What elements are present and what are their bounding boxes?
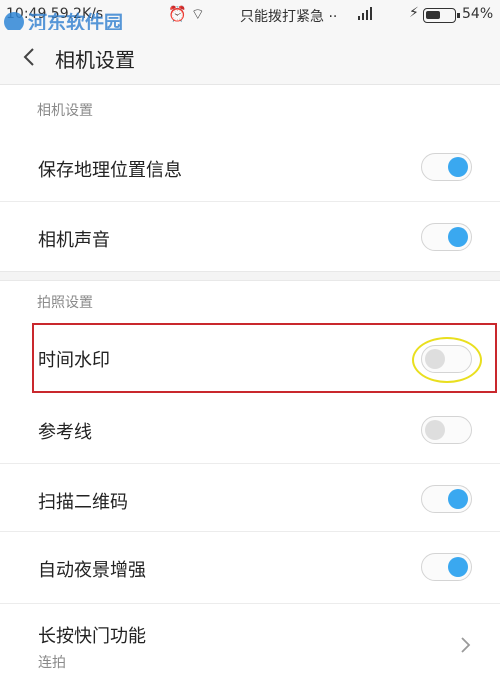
battery-cap [457, 13, 460, 18]
save-location-toggle[interactable] [421, 153, 472, 181]
camera-sound-toggle[interactable] [421, 223, 472, 251]
setting-row-grid-lines[interactable]: 参考线 [0, 407, 500, 469]
setting-label: 相机声音 [38, 230, 110, 251]
toggle-knob [448, 227, 468, 247]
alarm-icon: ⏰ [168, 5, 191, 23]
setting-row-save-location[interactable]: 保存地理位置信息 [0, 145, 500, 207]
setting-sublabel: 连拍 [38, 655, 66, 671]
setting-label: 扫描二维码 [38, 492, 128, 513]
setting-row-night-enhance[interactable]: 自动夜景增强 [0, 545, 500, 607]
status-icons: ⏰⌔ [168, 5, 209, 24]
divider [0, 531, 500, 532]
setting-label: 长按快门功能 [38, 626, 146, 647]
section-label-camera: 相机设置 [37, 103, 93, 119]
back-button[interactable] [14, 42, 44, 72]
battery-icon [423, 8, 460, 23]
charging-icon: ⚡ [409, 5, 419, 21]
setting-label: 保存地理位置信息 [38, 160, 182, 181]
toggle-knob [448, 157, 468, 177]
divider [0, 603, 500, 604]
battery-fill [426, 11, 440, 19]
divider [0, 201, 500, 202]
battery-percent: 54% [462, 6, 494, 22]
night-enhance-toggle[interactable] [421, 553, 472, 581]
section-label-photo: 拍照设置 [37, 295, 93, 311]
divider [0, 463, 500, 464]
wifi-icon: ⌔ [190, 5, 209, 23]
setting-row-scan-qr[interactable]: 扫描二维码 [0, 477, 500, 539]
toggle-knob [425, 420, 445, 440]
section-divider [0, 271, 500, 281]
setting-label: 参考线 [38, 422, 92, 443]
toggle-knob [448, 557, 468, 577]
setting-label: 自动夜景增强 [38, 560, 146, 581]
app-header: 相机设置 [0, 30, 500, 84]
grid-lines-toggle[interactable] [421, 416, 472, 444]
status-carrier: 只能拨打紧急 ·· [240, 9, 338, 25]
chevron-right-icon [461, 637, 471, 653]
scan-qr-toggle[interactable] [421, 485, 472, 513]
highlight-circle [412, 337, 482, 383]
status-time-speed: 10:49 59.2K/s [6, 6, 104, 22]
toggle-knob [448, 489, 468, 509]
signal-icon [357, 5, 373, 25]
status-bar: 10:49 59.2K/s ⏰⌔ 只能拨打紧急 ·· ⚡ 54% [0, 0, 500, 30]
page-title: 相机设置 [55, 48, 135, 72]
setting-row-camera-sound[interactable]: 相机声音 [0, 215, 500, 277]
chevron-left-icon [23, 48, 34, 66]
setting-row-long-press-shutter[interactable]: 长按快门功能 连拍 [0, 609, 500, 680]
